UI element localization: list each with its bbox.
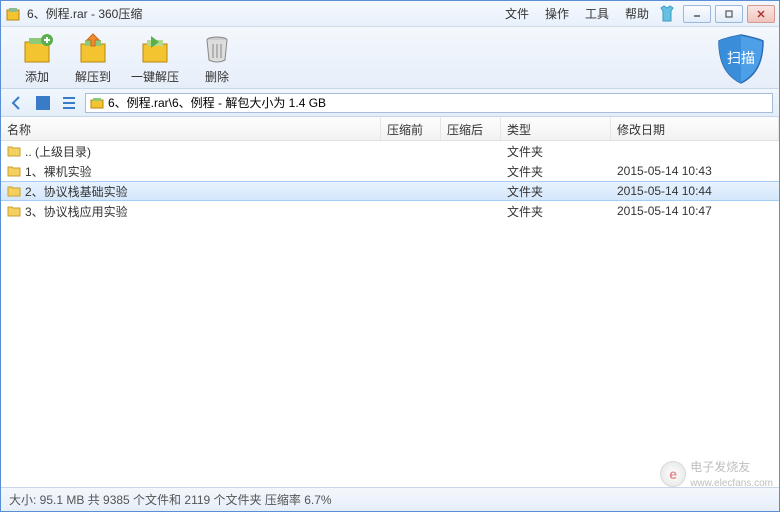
view-icon-list[interactable] <box>59 93 79 113</box>
skin-icon[interactable] <box>657 5 677 23</box>
file-row[interactable]: 3、协议栈应用实验 文件夹 2015-05-14 10:47 <box>1 201 779 221</box>
folder-icon <box>7 185 21 197</box>
watermark: e 电子发烧友 www.elecfans.com <box>660 458 773 489</box>
watermark-badge: e <box>660 461 686 487</box>
file-row[interactable]: 1、裸机实验 文件夹 2015-05-14 10:43 <box>1 161 779 181</box>
menu-operation[interactable]: 操作 <box>545 5 569 22</box>
scan-button[interactable]: 扫描 <box>713 31 769 87</box>
toolbar: 添加 解压到 一键解压 删除 扫描 <box>1 27 779 89</box>
one-click-extract-button[interactable]: 一键解压 <box>121 28 189 87</box>
column-headers: 名称 压缩前 压缩后 类型 修改日期 <box>1 117 779 141</box>
watermark-brand: 电子发烧友 <box>690 458 773 475</box>
one-click-icon <box>137 30 173 66</box>
pathbar: 6、例程.rar\6、例程 - 解包大小为 1.4 GB <box>1 89 779 117</box>
folder-icon <box>7 145 21 157</box>
menu-help[interactable]: 帮助 <box>625 5 649 22</box>
add-label: 添加 <box>25 68 49 85</box>
extract-to-label: 解压到 <box>75 68 111 85</box>
delete-icon <box>199 30 235 66</box>
file-list: .. (上级目录) 文件夹 1、裸机实验 文件夹 2015-05-14 10:4… <box>1 141 779 221</box>
maximize-button[interactable] <box>715 5 743 23</box>
scan-label: 扫描 <box>727 50 755 66</box>
minimize-button[interactable] <box>683 5 711 23</box>
view-icon-large[interactable] <box>33 93 53 113</box>
col-header-name[interactable]: 名称 <box>1 117 381 140</box>
status-text: 大小: 95.1 MB 共 9385 个文件和 2119 个文件夹 压缩率 6.… <box>9 491 332 508</box>
menu-tools[interactable]: 工具 <box>585 5 609 22</box>
file-row[interactable]: 2、协议栈基础实验 文件夹 2015-05-14 10:44 <box>1 181 779 201</box>
file-row-parent[interactable]: .. (上级目录) 文件夹 <box>1 141 779 161</box>
col-header-date[interactable]: 修改日期 <box>611 117 779 140</box>
window-title: 6、例程.rar - 360压缩 <box>27 5 505 22</box>
one-click-label: 一键解压 <box>131 68 179 85</box>
path-input[interactable]: 6、例程.rar\6、例程 - 解包大小为 1.4 GB <box>85 93 773 113</box>
window-controls <box>683 5 775 23</box>
titlebar: 6、例程.rar - 360压缩 文件 操作 工具 帮助 <box>1 1 779 27</box>
delete-button[interactable]: 删除 <box>189 28 245 87</box>
menu-file[interactable]: 文件 <box>505 5 529 22</box>
col-header-after[interactable]: 压缩后 <box>441 117 501 140</box>
app-icon <box>5 6 21 22</box>
path-text: 6、例程.rar\6、例程 - 解包大小为 1.4 GB <box>108 94 326 111</box>
extract-to-icon <box>75 30 111 66</box>
add-button[interactable]: 添加 <box>9 28 65 87</box>
folder-icon <box>7 165 21 177</box>
path-folder-icon <box>90 96 104 110</box>
add-icon <box>19 30 55 66</box>
close-button[interactable] <box>747 5 775 23</box>
statusbar: 大小: 95.1 MB 共 9385 个文件和 2119 个文件夹 压缩率 6.… <box>1 487 779 511</box>
col-header-type[interactable]: 类型 <box>501 117 611 140</box>
extract-to-button[interactable]: 解压到 <box>65 28 121 87</box>
back-icon[interactable] <box>7 93 27 113</box>
col-header-before[interactable]: 压缩前 <box>381 117 441 140</box>
menubar: 文件 操作 工具 帮助 <box>505 5 649 22</box>
delete-label: 删除 <box>205 68 229 85</box>
folder-icon <box>7 205 21 217</box>
